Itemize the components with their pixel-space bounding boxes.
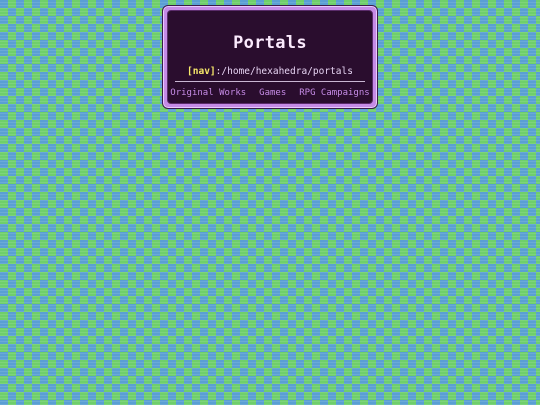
divider — [175, 81, 365, 82]
page-title: Portals — [233, 33, 307, 53]
portals-panel-inner: Portals [nav]:/home/hexahedra/portals Or… — [167, 10, 373, 104]
link-original-works[interactable]: Original Works — [170, 88, 246, 98]
portals-panel: Portals [nav]:/home/hexahedra/portals Or… — [162, 5, 378, 109]
link-rpg-campaigns[interactable]: RPG Campaigns — [299, 88, 369, 98]
nav-path-text: :/home/hexahedra/portals — [215, 66, 353, 77]
nav-path: [nav]:/home/hexahedra/portals — [168, 66, 372, 77]
nav-tag: [nav] — [187, 66, 216, 77]
link-games[interactable]: Games — [259, 88, 286, 98]
portal-links: Original Works Games RPG Campaigns — [168, 88, 372, 98]
